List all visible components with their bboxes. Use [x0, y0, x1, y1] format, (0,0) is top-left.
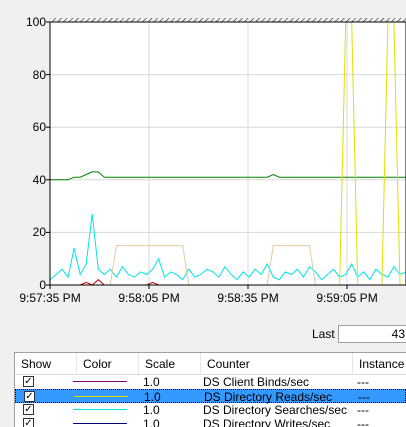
color-swatch: [73, 409, 127, 410]
y-tick-label: 20: [32, 225, 46, 240]
counter-name: DS Client Binds/sec: [203, 375, 310, 389]
instance-value: ---: [357, 375, 369, 389]
last-label: Last: [312, 327, 335, 341]
scale-value: 1.0: [143, 375, 160, 389]
color-swatch: [74, 396, 128, 397]
column-header-color[interactable]: Color: [77, 353, 139, 375]
y-tick-label: 100: [25, 15, 46, 29]
instance-value: ---: [358, 390, 370, 404]
show-checkbox[interactable]: ✓: [23, 404, 34, 415]
counter-name: DS Directory Writes/sec: [203, 417, 331, 427]
x-tick-label: 9:58:05 PM: [118, 291, 180, 305]
y-tick-label: 60: [32, 120, 46, 135]
performance-graph: 100 80 60 40 20 0 9:57:35 PM 9:58:05 PM 9:58:35…: [0, 0, 406, 310]
column-header-instance[interactable]: Instance: [353, 353, 406, 375]
color-swatch: [73, 423, 127, 424]
line-chart: [46, 18, 406, 289]
y-tick-label: 80: [32, 67, 46, 82]
counter-name: DS Directory Searches/sec: [203, 403, 348, 417]
counter-row[interactable]: ✓ 1.0 DS Directory Reads/sec ---: [15, 389, 406, 404]
column-header-show[interactable]: Show: [15, 353, 77, 375]
scale-value: 1.0: [143, 403, 160, 417]
last-value-field: 43: [338, 325, 406, 343]
x-tick-label: 9:57:35 PM: [19, 291, 81, 305]
counter-list-header: Show Color Scale Counter Instance: [15, 353, 406, 375]
show-checkbox[interactable]: ✓: [23, 418, 34, 427]
counter-row[interactable]: ✓ 1.0 DS Directory Searches/sec ---: [15, 403, 406, 417]
y-tick-label: 0: [39, 278, 46, 292]
show-checkbox[interactable]: ✓: [23, 376, 34, 387]
column-header-scale[interactable]: Scale: [139, 353, 201, 375]
last-value-row: Last 43: [300, 325, 406, 343]
counter-row[interactable]: ✓ 1.0 DS Directory Writes/sec ---: [15, 417, 406, 427]
column-header-counter[interactable]: Counter: [201, 353, 353, 375]
performance-monitor-panel: 100 80 60 40 20 0 9:57:35 PM 9:58:05 PM 9:58:35…: [0, 0, 406, 427]
overflow-band: [50, 18, 406, 22]
y-tick-label: 40: [32, 172, 46, 187]
counter-row[interactable]: ✓ 1.0 DS Client Binds/sec ---: [15, 375, 406, 389]
counter-name: DS Directory Reads/sec: [204, 390, 333, 404]
counter-list: Show Color Scale Counter Instance ✓ 1.0 DS…: [14, 352, 406, 427]
instance-value: ---: [357, 417, 369, 427]
scale-value: 1.0: [143, 417, 160, 427]
x-tick-label: 9:58:35 PM: [217, 291, 279, 305]
scale-value: 1.0: [144, 390, 161, 404]
x-tick-label: 9:59:05 PM: [316, 291, 378, 305]
color-swatch: [73, 381, 127, 382]
counter-rows: ✓ 1.0 DS Client Binds/sec --- ✓ 1.0 DS Directo…: [15, 375, 406, 427]
show-checkbox[interactable]: ✓: [24, 391, 35, 402]
instance-value: ---: [357, 403, 369, 417]
